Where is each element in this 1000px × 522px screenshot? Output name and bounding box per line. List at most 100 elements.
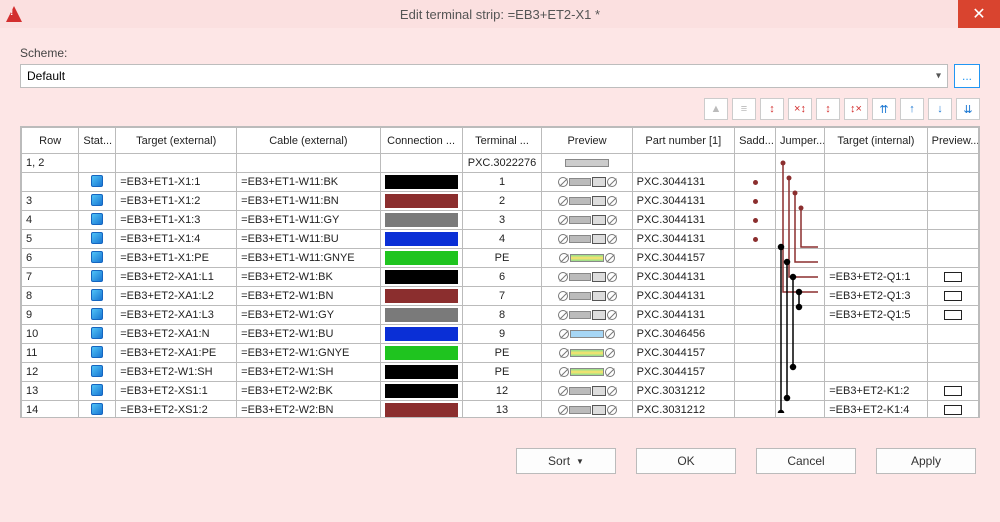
cell-preview xyxy=(542,287,632,306)
tool-up-icon[interactable]: ↑ xyxy=(900,98,924,120)
sort-button[interactable]: Sort▼ xyxy=(516,448,616,474)
col-part[interactable]: Part number [1] xyxy=(632,128,734,154)
status-icon xyxy=(91,270,103,282)
cell-cable-ext: =EB3+ET2-W1:GNYE xyxy=(237,344,380,363)
color-swatch xyxy=(385,327,458,341)
cell-target-int xyxy=(825,325,927,344)
tool-move-first-icon[interactable]: ▲ xyxy=(704,98,728,120)
scheme-value: Default xyxy=(27,69,65,83)
cell-preview2 xyxy=(927,268,978,287)
table-row[interactable]: 9=EB3+ET2-XA1:L3=EB3+ET2-W1:GY8PXC.30441… xyxy=(22,306,979,325)
close-button[interactable]: ✕ xyxy=(958,0,1000,28)
cell-connection xyxy=(380,325,462,344)
cell-connection xyxy=(380,382,462,401)
table-row[interactable]: 3=EB3+ET1-X1:2=EB3+ET1-W11:BN2PXC.304413… xyxy=(22,192,979,211)
cell-preview xyxy=(542,230,632,249)
tool-list-icon[interactable]: ≡ xyxy=(732,98,756,120)
tool-swap-a-icon[interactable]: ↕ xyxy=(760,98,784,120)
cell-status xyxy=(79,211,116,230)
tool-swap-delete-left-icon[interactable]: ×↕ xyxy=(788,98,812,120)
tool-down-icon[interactable]: ↓ xyxy=(928,98,952,120)
cell-terminal: 1 xyxy=(462,173,542,192)
cell-cable-ext: =EB3+ET2-W1:BN xyxy=(237,287,380,306)
titlebar: Edit terminal strip: =EB3+ET2-X1 * ✕ xyxy=(0,0,1000,28)
cell-target-ext: =EB3+ET1-X1:3 xyxy=(116,211,237,230)
header-row: Row Stat... Target (external) Cable (ext… xyxy=(22,128,979,154)
status-icon xyxy=(91,327,103,339)
col-jumper[interactable]: Jumper... xyxy=(776,128,825,154)
cell-connection xyxy=(380,211,462,230)
cell-part: PXC.3046456 xyxy=(632,325,734,344)
table-row[interactable]: 8=EB3+ET2-XA1:L2=EB3+ET2-W1:BN7PXC.30441… xyxy=(22,287,979,306)
app-icon xyxy=(6,6,22,22)
status-icon xyxy=(91,175,103,187)
table-row[interactable]: 10=EB3+ET2-XA1:N=EB3+ET2-W1:BU9PXC.30464… xyxy=(22,325,979,344)
cell-preview2 xyxy=(927,154,978,173)
table-row[interactable]: =EB3+ET1-X1:1=EB3+ET1-W11:BK1PXC.3044131 xyxy=(22,173,979,192)
cell-sadd xyxy=(735,230,776,249)
cell-terminal: 8 xyxy=(462,306,542,325)
cell-preview2 xyxy=(927,211,978,230)
col-target-ext[interactable]: Target (external) xyxy=(116,128,237,154)
table-row[interactable]: 13=EB3+ET2-XS1:1=EB3+ET2-W2:BK12PXC.3031… xyxy=(22,382,979,401)
table-row[interactable]: 11=EB3+ET2-XA1:PE=EB3+ET2-W1:GNYEPEPXC.3… xyxy=(22,344,979,363)
col-status[interactable]: Stat... xyxy=(79,128,116,154)
cell-jumper xyxy=(776,287,825,306)
col-preview2[interactable]: Preview... xyxy=(927,128,978,154)
tool-swap-b-icon[interactable]: ↕ xyxy=(816,98,840,120)
cell-target-int: =EB3+ET2-K1:4 xyxy=(825,401,927,419)
ok-button[interactable]: OK xyxy=(636,448,736,474)
table-row[interactable]: 5=EB3+ET1-X1:4=EB3+ET1-W11:BU4PXC.304413… xyxy=(22,230,979,249)
table-row[interactable]: 7=EB3+ET2-XA1:L1=EB3+ET2-W1:BK6PXC.30441… xyxy=(22,268,979,287)
cancel-button[interactable]: Cancel xyxy=(756,448,856,474)
cell-status xyxy=(79,287,116,306)
cell-preview xyxy=(542,344,632,363)
tool-bottom-icon[interactable]: ⇊ xyxy=(956,98,980,120)
table-row[interactable]: 14=EB3+ET2-XS1:2=EB3+ET2-W2:BN13PXC.3031… xyxy=(22,401,979,419)
col-connection[interactable]: Connection ... xyxy=(380,128,462,154)
cell-status xyxy=(79,344,116,363)
cell-row: 5 xyxy=(22,230,79,249)
table-row[interactable]: 12=EB3+ET2-W1:SH=EB3+ET2-W1:SHPEPXC.3044… xyxy=(22,363,979,382)
tool-swap-delete-right-icon[interactable]: ↕× xyxy=(844,98,868,120)
col-row[interactable]: Row xyxy=(22,128,79,154)
col-preview[interactable]: Preview xyxy=(542,128,632,154)
cell-connection xyxy=(380,230,462,249)
window-title: Edit terminal strip: =EB3+ET2-X1 * xyxy=(400,7,600,22)
cell-connection xyxy=(380,401,462,419)
tool-top-icon[interactable]: ⇈ xyxy=(872,98,896,120)
cell-part: PXC.3044131 xyxy=(632,173,734,192)
cell-row: 13 xyxy=(22,382,79,401)
cell-row: 7 xyxy=(22,268,79,287)
cell-target-ext: =EB3+ET1-X1:1 xyxy=(116,173,237,192)
scheme-more-button[interactable]: ... xyxy=(954,64,980,88)
scheme-select[interactable]: Default ▾ xyxy=(20,64,948,88)
table-row[interactable]: 4=EB3+ET1-X1:3=EB3+ET1-W11:GY3PXC.304413… xyxy=(22,211,979,230)
table-row[interactable]: 6=EB3+ET1-X1:PE=EB3+ET1-W11:GNYEPEPXC.30… xyxy=(22,249,979,268)
cell-target-ext: =EB3+ET2-XA1:L1 xyxy=(116,268,237,287)
col-cable-ext[interactable]: Cable (external) xyxy=(237,128,380,154)
color-swatch xyxy=(385,232,458,246)
color-swatch xyxy=(385,175,458,189)
color-swatch xyxy=(385,384,458,398)
cell-sadd xyxy=(735,344,776,363)
col-target-int[interactable]: Target (internal) xyxy=(825,128,927,154)
grid[interactable]: Row Stat... Target (external) Cable (ext… xyxy=(20,126,980,418)
col-sadd[interactable]: Sadd... xyxy=(735,128,776,154)
saddle-dot-icon xyxy=(753,237,758,242)
status-icon xyxy=(91,365,103,377)
cell-target-ext xyxy=(116,154,237,173)
cell-status xyxy=(79,192,116,211)
cell-preview xyxy=(542,192,632,211)
status-icon xyxy=(91,289,103,301)
cell-preview xyxy=(542,363,632,382)
cell-cable-ext: =EB3+ET2-W2:BK xyxy=(237,382,380,401)
cell-cable-ext: =EB3+ET1-W11:BU xyxy=(237,230,380,249)
cell-sadd xyxy=(735,249,776,268)
cell-status xyxy=(79,154,116,173)
col-terminal[interactable]: Terminal ... xyxy=(462,128,542,154)
apply-button[interactable]: Apply xyxy=(876,448,976,474)
cell-terminal: PXC.3022276 xyxy=(462,154,542,173)
cell-status xyxy=(79,268,116,287)
table-row[interactable]: 1, 2PXC.3022276 xyxy=(22,154,979,173)
